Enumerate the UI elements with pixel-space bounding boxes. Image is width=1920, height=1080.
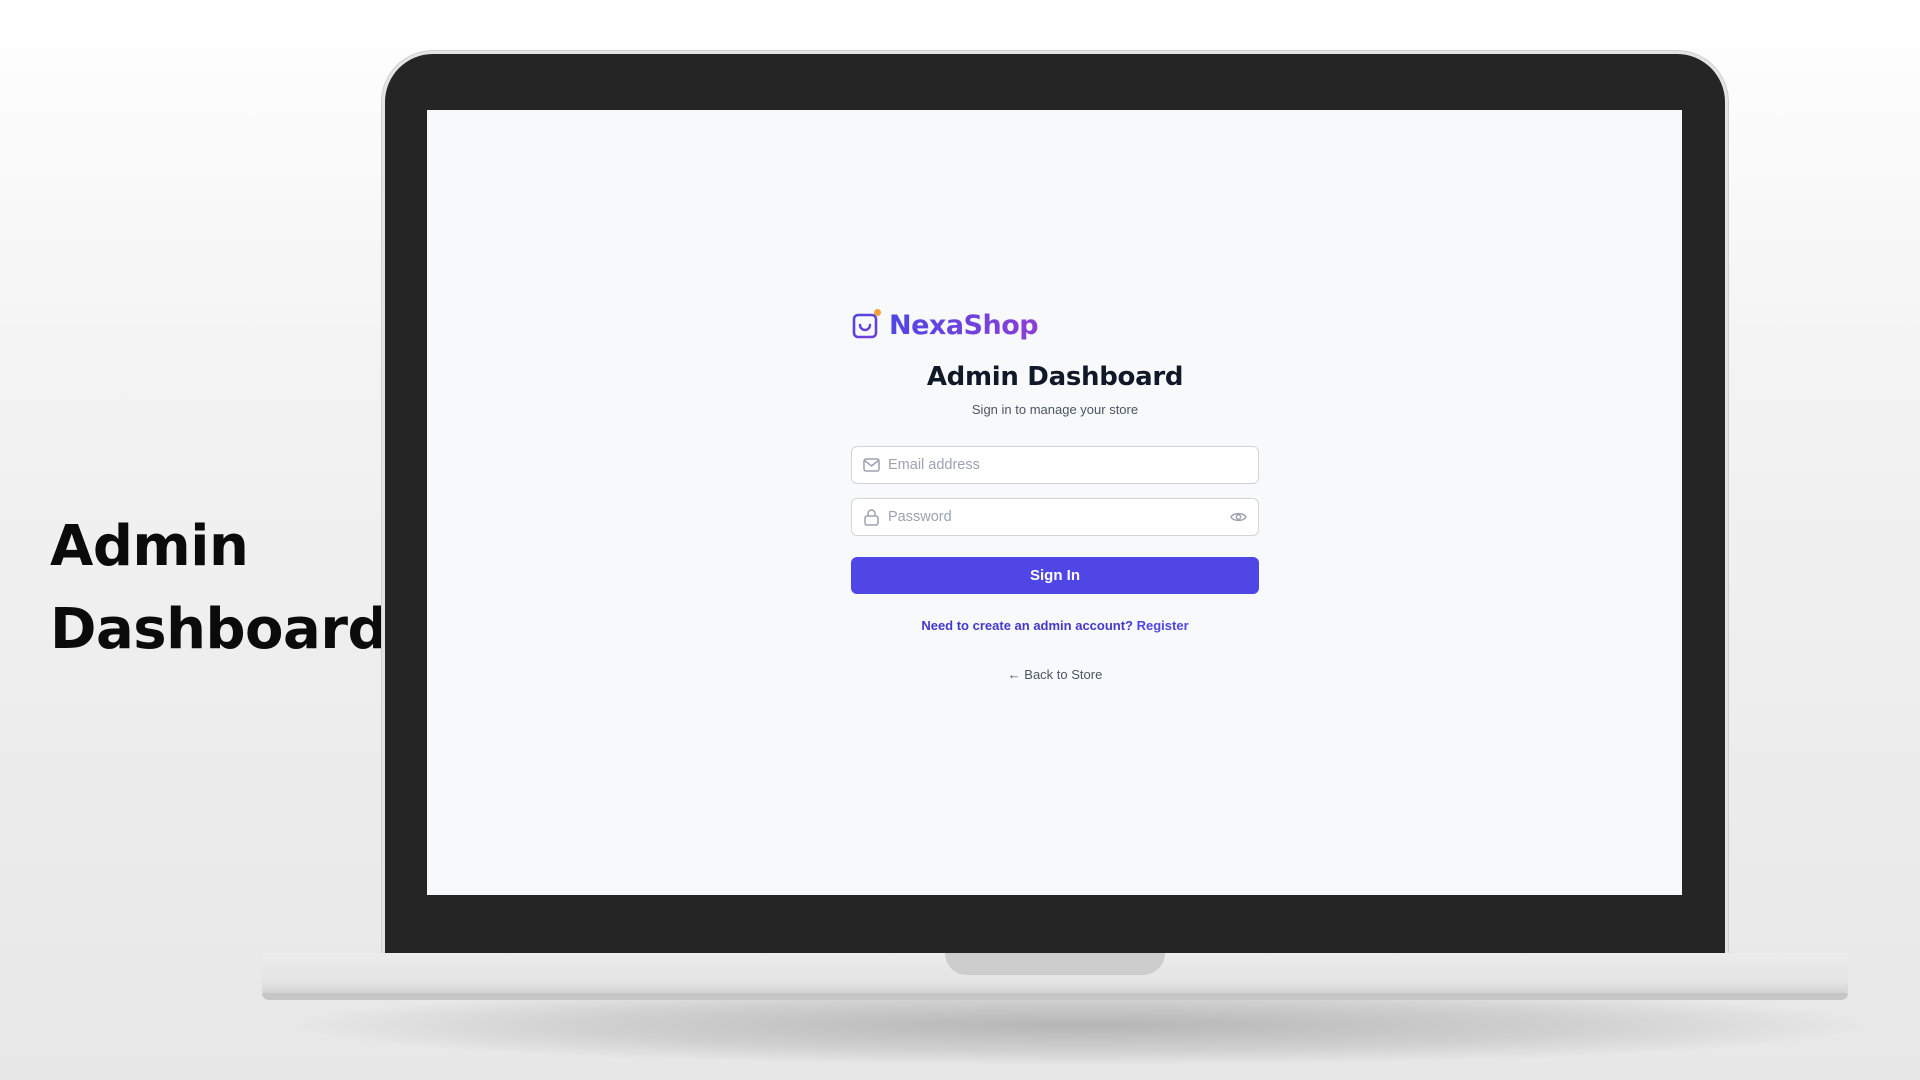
register-prompt-text: Need to create an admin account?	[921, 618, 1133, 633]
eye-icon[interactable]	[1227, 506, 1249, 528]
login-panel: NexaShop Admin Dashboard Sign in to mana…	[851, 308, 1259, 682]
hero-title-line-1: Admin	[50, 514, 249, 579]
laptop-base-lip	[262, 993, 1848, 1000]
register-prompt: Need to create an admin account? Registe…	[851, 618, 1259, 633]
email-field[interactable]	[851, 446, 1259, 484]
page-title: Admin Dashboard	[926, 362, 1184, 392]
brand-name: NexaShop	[889, 309, 1039, 341]
mail-icon	[862, 456, 880, 474]
brand-logo: NexaShop	[851, 308, 1259, 342]
hero-title-line-2: Dashboard	[50, 597, 388, 662]
notification-dot	[874, 309, 881, 316]
password-field[interactable]	[851, 498, 1259, 536]
shopping-bag-icon	[851, 309, 881, 340]
lock-icon	[862, 508, 880, 526]
back-to-store-link[interactable]: ← Back to Store	[851, 667, 1259, 682]
laptop-notch	[945, 953, 1165, 975]
email-input[interactable]	[888, 447, 1258, 483]
laptop-screen: NexaShop Admin Dashboard Sign in to mana…	[427, 110, 1682, 895]
password-input[interactable]	[888, 499, 1227, 535]
register-link[interactable]: Register	[1137, 618, 1189, 633]
sign-in-button[interactable]: Sign In	[851, 557, 1259, 594]
page-subtitle: Sign in to manage your store	[971, 402, 1139, 417]
hero-title: Admin Dashboard	[50, 505, 388, 671]
